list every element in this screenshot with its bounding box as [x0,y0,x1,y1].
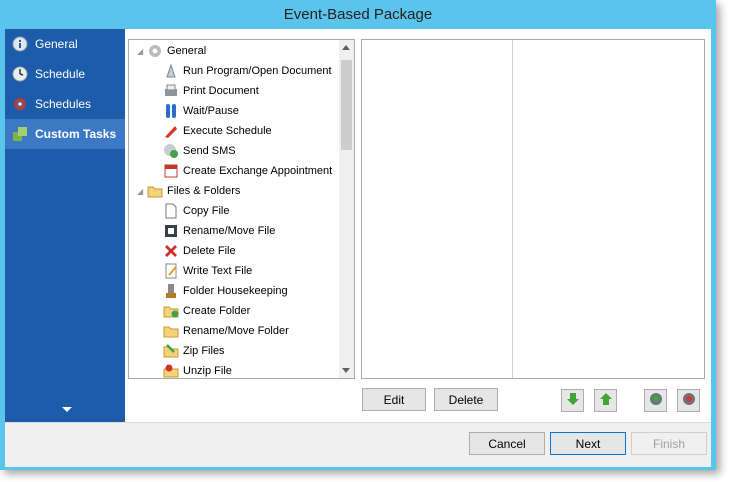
tree-item-label: Write Text File [183,265,253,277]
sidebar-item-label: Schedule [35,67,86,81]
tree-item-label: Print Document [183,85,259,97]
tree-item-label: Files & Folders [167,185,241,197]
info-icon [12,36,28,52]
edit-button[interactable]: Edit [362,388,426,411]
zip-icon [163,343,179,359]
tree-item-label: Run Program/Open Document [183,65,332,77]
sidebar: General Schedule Schedules Custom Tasks [5,29,125,422]
tree-item-label: Execute Schedule [183,125,272,137]
delete-icon [163,243,179,259]
rename-folder-icon [163,323,179,339]
window-title: Event-Based Package [283,6,433,23]
sidebar-item-schedules[interactable]: Schedules [5,89,125,119]
tree-group-general[interactable]: ◢ General [129,41,206,61]
tree-item-label: Send SMS [183,145,236,157]
clock-icon [12,66,28,82]
tree-item-label: Copy File [183,205,230,217]
tree-item-unzip-file[interactable]: Unzip File [163,361,232,378]
tree-item-print-document[interactable]: Print Document [163,81,259,101]
tree-item-create-exchange-appointment[interactable]: Create Exchange Appointment [163,161,332,181]
sidebar-item-schedule[interactable]: Schedule [5,59,125,89]
import-button[interactable] [644,389,667,412]
scroll-thumb[interactable] [341,60,352,150]
pause-icon [163,103,179,119]
collapse-icon[interactable]: ◢ [137,187,147,196]
create-folder-icon [163,303,179,319]
tree-scrollbar[interactable] [339,40,354,378]
task-list[interactable] [361,39,705,379]
tree-group-files-folders[interactable]: ◢ Files & Folders [129,181,240,201]
export-icon [682,392,696,409]
scroll-up-arrow-icon[interactable] [342,45,350,50]
execute-schedule-icon [163,123,179,139]
housekeeping-icon [163,283,179,299]
event-based-package-window: Event-Based Package General Schedule Sch… [0,0,716,470]
copy-file-icon [163,203,179,219]
calendar-icon [163,163,179,179]
tree-item-label: Unzip File [183,365,232,377]
tree-item-label: Delete File [183,245,236,257]
schedules-icon [12,96,28,112]
printer-icon [163,83,179,99]
delete-button[interactable]: Delete [434,388,498,411]
export-button[interactable] [677,389,700,412]
tree-item-execute-schedule[interactable]: Execute Schedule [163,121,272,141]
tree-item-rename-move-folder[interactable]: Rename/Move Folder [163,321,289,341]
unzip-icon [163,363,179,378]
footer: Cancel Next Finish [5,422,711,467]
tree-item-run-program[interactable]: Run Program/Open Document [163,61,332,81]
tree-item-wait-pause[interactable]: Wait/Pause [163,101,239,121]
sidebar-item-label: Schedules [35,97,92,111]
column-divider [512,40,513,378]
next-button[interactable]: Next [550,432,626,455]
tree-item-label: Create Folder [183,305,251,317]
move-up-button[interactable] [594,389,617,412]
rename-file-icon [163,223,179,239]
tree-item-write-text-file[interactable]: Write Text File [163,261,252,281]
tree-item-label: Wait/Pause [183,105,239,117]
tree-item-label: Zip Files [183,345,225,357]
collapse-icon[interactable]: ◢ [137,47,147,56]
arrow-down-icon [566,392,580,409]
cancel-button[interactable]: Cancel [469,432,545,455]
custom-tasks-icon [12,126,28,142]
import-icon [649,392,663,409]
sidebar-item-label: Custom Tasks [35,127,117,141]
gear-icon [147,43,163,59]
sidebar-collapse-arrow-icon[interactable] [62,407,72,412]
tree-item-label: Rename/Move Folder [183,325,289,337]
sidebar-item-label: General [35,37,78,51]
tree-item-delete-file[interactable]: Delete File [163,241,236,261]
tree-item-zip-files[interactable]: Zip Files [163,341,225,361]
task-tree: ◢ General Run Program/Open Document Prin… [128,39,355,379]
scroll-down-arrow-icon[interactable] [342,368,350,373]
write-file-icon [163,263,179,279]
arrow-up-icon [599,392,613,409]
tree-item-rename-move-file[interactable]: Rename/Move File [163,221,275,241]
sidebar-item-general[interactable]: General [5,29,125,59]
tree-item-copy-file[interactable]: Copy File [163,201,229,221]
tree-item-send-sms[interactable]: Send SMS [163,141,236,161]
finish-button[interactable]: Finish [631,432,707,455]
tree-item-label: Create Exchange Appointment [183,165,333,177]
folder-icon [147,183,163,199]
tree-item-label: Folder Housekeeping [183,285,288,297]
tree-item-label: Rename/Move File [183,225,276,237]
sidebar-item-custom-tasks[interactable]: Custom Tasks [5,119,125,149]
content-panel: ◢ General Run Program/Open Document Prin… [125,29,711,422]
sms-icon [163,143,179,159]
tree-item-create-folder[interactable]: Create Folder [163,301,250,321]
tree-item-label: General [167,45,207,57]
tree-item-folder-housekeeping[interactable]: Folder Housekeeping [163,281,288,301]
move-down-button[interactable] [561,389,584,412]
run-program-icon [163,63,179,79]
